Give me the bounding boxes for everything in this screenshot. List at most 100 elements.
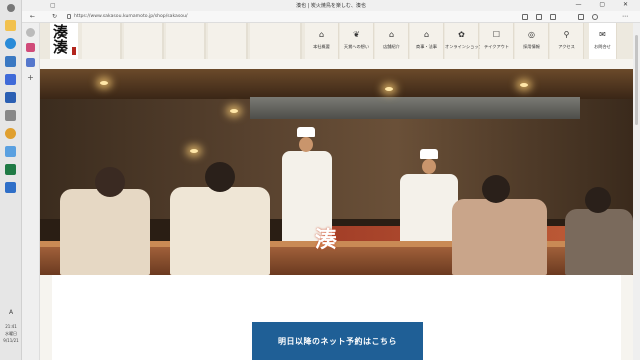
shop-icon: ⌂: [388, 30, 395, 39]
hero-light: [230, 109, 238, 113]
word-icon[interactable]: [5, 92, 16, 103]
lock-icon[interactable]: [67, 14, 71, 19]
chef-hat: [420, 149, 438, 159]
browser-icon[interactable]: [5, 38, 16, 49]
browser-sidebar: +: [22, 23, 40, 360]
page-gutter-right: [621, 275, 633, 360]
hero-light: [190, 149, 198, 153]
guest-head: [95, 167, 125, 197]
chef-hat: [297, 127, 315, 137]
chef-head: [422, 159, 436, 174]
header-panel: [82, 23, 122, 59]
reserve-button[interactable]: 明日以降のネット予約はこちら: [252, 322, 423, 360]
nav-label: お問合せ: [594, 44, 611, 49]
desktop-screen: A 21:41 水曜日 9/11/21 ▢ 湊也 | 炭火焼鳥を楽しむ、湊也 —…: [0, 0, 640, 360]
webpage: 湊 湊 ⌂ 本社概要 ❦ 天賞への想い ⌂ 店舗紹介 ⌂ 商事・法事 ✿ オンラ…: [40, 23, 633, 360]
chrome-icon[interactable]: [5, 128, 16, 139]
more-icon[interactable]: ⋯: [622, 14, 628, 20]
logo-text: 湊 湊: [53, 23, 69, 56]
nav-item-takeout[interactable]: ☐ テイクアウト: [480, 23, 514, 59]
header-panel: [166, 23, 206, 59]
app-icon[interactable]: [5, 56, 16, 67]
read-aloud-icon[interactable]: [522, 14, 528, 20]
bag-icon: ☐: [492, 30, 501, 39]
excel-icon[interactable]: [5, 164, 16, 175]
guest-head: [482, 175, 510, 203]
nav-item-philosophy[interactable]: ❦ 天賞への想い: [340, 23, 374, 59]
header-panel: [250, 23, 302, 59]
mail-icon: ✉: [599, 30, 606, 39]
header-panel: [124, 23, 164, 59]
browser-titlebar: ▢ 湊也 | 炭火焼鳥を楽しむ、湊也 — ▢ ✕: [22, 0, 640, 11]
search-icon: ◎: [528, 30, 535, 39]
split-screen-icon[interactable]: [550, 14, 556, 20]
logo-seal-icon: [72, 47, 76, 55]
hero-image: 湊: [40, 69, 633, 275]
scrollbar[interactable]: [633, 23, 640, 360]
photos-icon[interactable]: [5, 146, 16, 157]
clock-date: 9/11/21: [3, 338, 19, 343]
pin-icon: ⚲: [563, 30, 570, 39]
sidebar-tools-icon[interactable]: [26, 58, 35, 67]
hero-hood: [250, 97, 580, 119]
map-icon: ⌂: [318, 30, 325, 39]
nav-label: 商事・法事: [416, 44, 437, 49]
hero-light: [520, 83, 528, 87]
language-indicator[interactable]: A: [0, 310, 22, 316]
sidebar-add-icon[interactable]: +: [26, 73, 35, 82]
guest-head: [585, 187, 611, 213]
tool-icon[interactable]: [5, 110, 16, 121]
nav-label: オンラインショップ: [445, 44, 483, 49]
fish-icon: ❦: [353, 30, 360, 39]
nav-item-shops[interactable]: ⌂ 店舗紹介: [375, 23, 409, 59]
nav-label: 本社概要: [313, 44, 330, 49]
sidebar-search-icon[interactable]: [26, 28, 35, 37]
chef-figure: [400, 174, 458, 244]
content-area: 明日以降のネット予約はこちら: [40, 275, 633, 360]
nav-label: 採用情報: [523, 44, 540, 49]
clock-time[interactable]: 21:41: [0, 324, 22, 329]
site-logo[interactable]: 湊 湊: [50, 23, 78, 59]
page-title: 湊也 | 炭火焼鳥を楽しむ、湊也: [296, 3, 366, 9]
hero-sign-text: 湊: [315, 227, 338, 253]
nav-item-online-shop[interactable]: ✿ オンラインショップ: [445, 23, 483, 59]
folder-icon[interactable]: [5, 20, 16, 31]
collections-icon[interactable]: [578, 14, 584, 20]
favorites-icon[interactable]: [536, 14, 542, 20]
refresh-icon[interactable]: ↻: [52, 13, 57, 20]
nav-item-recruit[interactable]: ◎ 採用情報: [515, 23, 549, 59]
window-controls[interactable]: — ▢ ✕: [575, 1, 636, 8]
nav-item-contact[interactable]: ✉ お問合せ: [589, 23, 617, 59]
profile-icon[interactable]: [592, 14, 598, 20]
url-field[interactable]: https://www.sakasou.kumamoto.jp/shop/sak…: [74, 14, 188, 19]
guest-head: [205, 162, 235, 192]
hero-light: [100, 81, 108, 85]
guest-figure: [452, 199, 547, 275]
guest-figure: [60, 189, 150, 275]
mail-app-icon[interactable]: [5, 182, 16, 193]
guest-figure: [170, 187, 270, 275]
hero-ceiling: [40, 69, 633, 99]
guest-figure: [565, 209, 633, 275]
search-icon[interactable]: [7, 4, 15, 12]
hero-light: [385, 87, 393, 91]
address-bar: ← ↻ https://www.sakasou.kumamoto.jp/shop…: [22, 11, 640, 23]
nav-item-access[interactable]: ⚲ アクセス: [550, 23, 584, 59]
back-icon[interactable]: ←: [30, 13, 35, 20]
house-icon: ⌂: [423, 30, 430, 39]
taskbar: A 21:41 水曜日 9/11/21: [0, 0, 22, 360]
flower-icon: ✿: [458, 30, 465, 39]
nav-label: 天賞への想い: [343, 44, 370, 49]
chef-head: [299, 137, 313, 152]
nav-item-company[interactable]: ⌂ 本社概要: [305, 23, 339, 59]
sidebar-shopping-icon[interactable]: [26, 43, 35, 52]
store-icon[interactable]: [5, 74, 16, 85]
nav-label: テイクアウト: [483, 44, 510, 49]
page-gutter-left: [40, 275, 52, 360]
site-header: 湊 湊 ⌂ 本社概要 ❦ 天賞への想い ⌂ 店舗紹介 ⌂ 商事・法事 ✿ オンラ…: [40, 23, 633, 59]
scrollbar-thumb[interactable]: [635, 35, 638, 125]
nav-label: 店舗紹介: [383, 44, 400, 49]
header-panel: [208, 23, 248, 59]
nav-item-events[interactable]: ⌂ 商事・法事: [410, 23, 444, 59]
clock-day: 水曜日: [5, 331, 17, 336]
